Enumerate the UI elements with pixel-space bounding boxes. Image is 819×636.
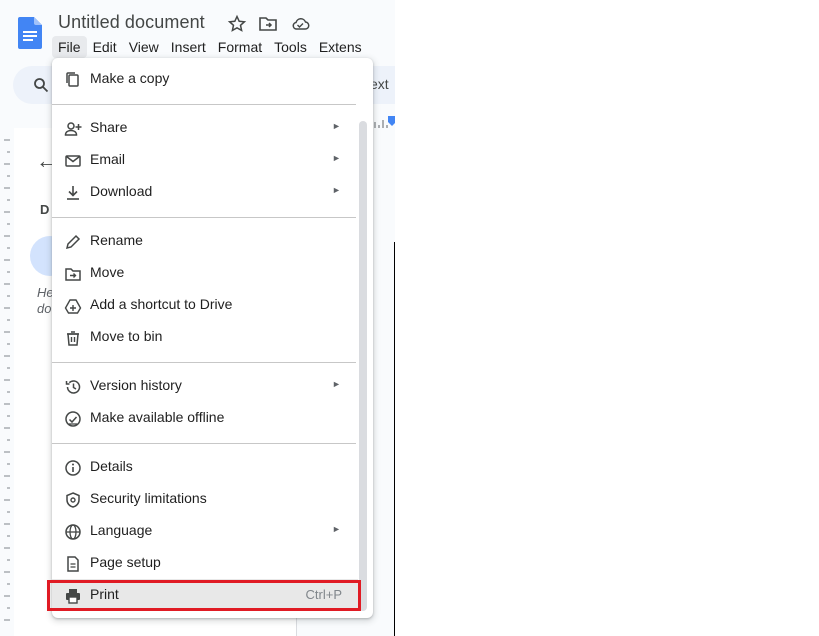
menu-item-page-setup[interactable]: Page setup xyxy=(52,547,358,579)
horizontal-ruler[interactable] xyxy=(373,116,395,130)
history-icon xyxy=(65,380,81,394)
text-cursor-line xyxy=(394,242,395,636)
menu-format[interactable]: Format xyxy=(212,36,268,58)
vertical-ruler[interactable] xyxy=(0,130,14,636)
cloud-status-icon[interactable] xyxy=(290,14,310,34)
google-docs-logo-icon[interactable] xyxy=(18,17,42,49)
print-highlight-box xyxy=(47,580,361,611)
menu-item-version-history[interactable]: Version history ► xyxy=(52,370,358,402)
menu-item-email[interactable]: Email ► xyxy=(52,144,358,176)
pencil-icon xyxy=(65,234,81,250)
page-icon xyxy=(67,556,79,572)
shield-lock-icon xyxy=(66,492,80,508)
menu-file[interactable]: File xyxy=(52,36,87,58)
info-icon xyxy=(65,460,81,476)
copy-icon xyxy=(66,72,79,87)
menu-item-share[interactable]: Share ► xyxy=(52,112,358,144)
menu-item-download[interactable]: Download ► xyxy=(52,176,358,208)
star-icon[interactable] xyxy=(227,14,247,34)
menu-item-make-available-offline[interactable]: Make available offline xyxy=(52,402,358,434)
submenu-arrow-icon: ► xyxy=(332,524,341,534)
search-menus-icon[interactable] xyxy=(33,77,49,93)
submenu-arrow-icon: ► xyxy=(332,379,341,389)
download-icon xyxy=(67,186,79,200)
globe-icon xyxy=(65,524,81,540)
submenu-arrow-icon: ► xyxy=(332,121,341,131)
offline-check-icon xyxy=(65,411,81,427)
submenu-arrow-icon: ► xyxy=(332,153,341,163)
menu-view[interactable]: View xyxy=(123,36,165,58)
menu-scrollbar[interactable] xyxy=(359,121,367,611)
document-title[interactable]: Untitled document xyxy=(58,12,205,33)
move-folder-icon[interactable] xyxy=(258,14,278,34)
menu-divider xyxy=(52,104,356,105)
menu-item-move[interactable]: Move xyxy=(52,257,358,289)
menu-divider xyxy=(52,217,356,218)
menu-divider xyxy=(52,362,356,363)
share-person-icon xyxy=(64,122,82,136)
menu-item-security-limitations[interactable]: Security limitations xyxy=(52,483,358,515)
trash-icon xyxy=(67,331,79,346)
menu-item-move-to-bin[interactable]: Move to bin xyxy=(52,321,358,353)
email-icon xyxy=(65,155,81,167)
menu-bar: File Edit View Insert Format Tools Exten… xyxy=(52,36,368,58)
menu-item-rename[interactable]: Rename xyxy=(52,225,358,257)
drive-shortcut-icon xyxy=(64,299,82,314)
menu-divider xyxy=(52,443,356,444)
menu-edit[interactable]: Edit xyxy=(87,36,123,58)
menu-item-make-a-copy[interactable]: Make a copy xyxy=(52,63,358,95)
menu-tools[interactable]: Tools xyxy=(268,36,313,58)
blank-area xyxy=(395,0,819,636)
folder-move-icon xyxy=(65,268,81,281)
menu-item-details[interactable]: Details xyxy=(52,451,358,483)
menu-item-language[interactable]: Language ► xyxy=(52,515,358,547)
outline-heading: D xyxy=(40,202,50,217)
menu-item-add-shortcut[interactable]: Add a shortcut to Drive xyxy=(52,289,358,321)
menu-extensions[interactable]: Extens xyxy=(313,36,368,58)
menu-insert[interactable]: Insert xyxy=(165,36,212,58)
submenu-arrow-icon: ► xyxy=(332,185,341,195)
